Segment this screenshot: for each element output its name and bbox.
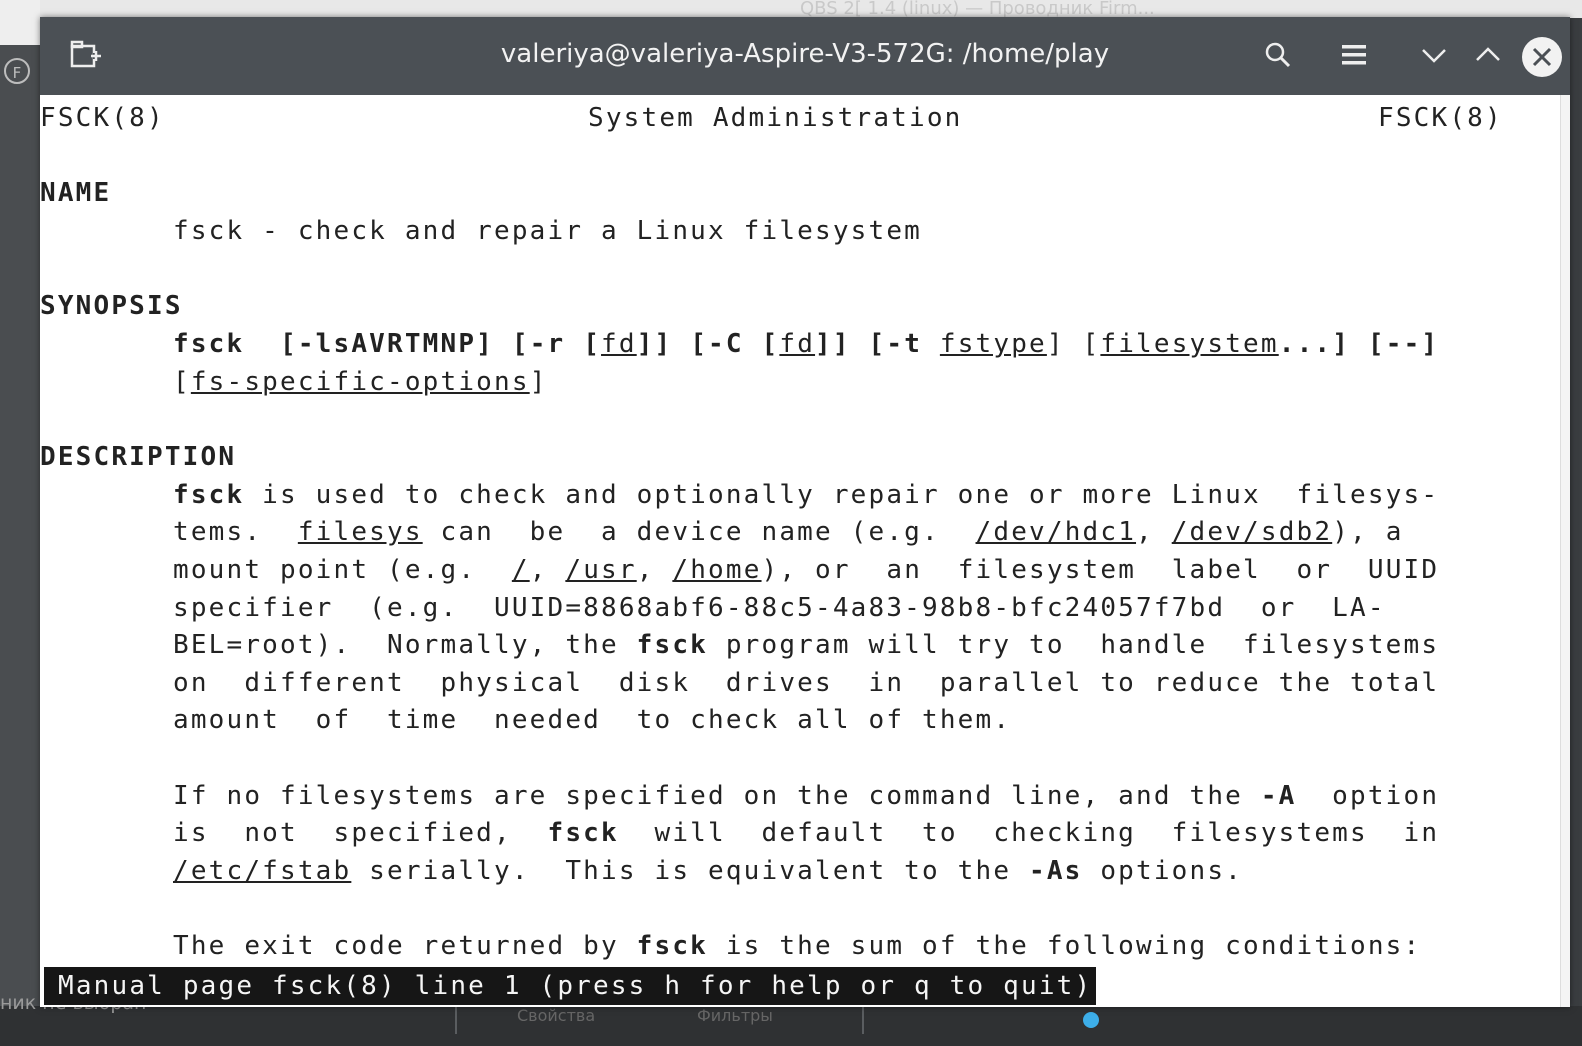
desc-fstab-path: /etc/fstab	[173, 856, 352, 886]
desc-p2-line-1: If no filesystems are specified on the c…	[173, 781, 1439, 811]
background-tab-properties: Свойства	[517, 1006, 596, 1025]
desc-opt-as: -As	[1029, 856, 1083, 886]
synopsis-bracket: ]	[529, 367, 548, 397]
man-header-right: FSCK(8)	[1378, 103, 1503, 133]
close-icon[interactable]	[1522, 37, 1562, 77]
synopsis-bracket: [	[173, 367, 191, 397]
chevron-up-icon[interactable]	[1468, 35, 1508, 75]
synopsis-opt-t: ]] [-t	[815, 329, 940, 359]
desc-cmd: fsck	[636, 630, 709, 660]
desc-filesys: filesys	[297, 517, 423, 547]
section-name: NAME	[40, 178, 112, 208]
desc-home: /home	[672, 555, 762, 585]
terminal-window: valeriya@valeriya-Aspire-V3-572G: /home/…	[40, 17, 1570, 1007]
background-tabs: Свойства Фильтры	[455, 1006, 864, 1034]
synopsis-opt-r: [-r [	[511, 329, 602, 359]
desc-p3-line-1: The exit code returned by fsck is the su…	[173, 931, 1421, 961]
desc-text: ), or an filesystem label or UUID	[761, 555, 1440, 585]
synopsis-fstype: fstype	[939, 329, 1047, 359]
desc-line-1: fsck is used to check and optionally rep…	[173, 480, 1439, 510]
desc-line-5: BEL=root). Normally, the fsck program wi…	[173, 630, 1439, 660]
desc-text: option	[1296, 781, 1440, 811]
synopsis-opts: [-lsAVRTMNP]	[280, 329, 495, 359]
desc-cmd: fsck	[636, 931, 709, 961]
desc-text: tems.	[173, 517, 298, 547]
hamburger-menu-icon[interactable]	[1334, 35, 1374, 75]
desc-text: can be a device name (e.g.	[422, 517, 976, 547]
desc-text: BEL=root). Normally, the	[173, 630, 637, 660]
desc-opt-a: -A	[1260, 781, 1297, 811]
search-icon[interactable]	[1258, 35, 1298, 75]
titlebar: valeriya@valeriya-Aspire-V3-572G: /home/…	[40, 17, 1570, 95]
desc-text: is used to check and optionally repair o…	[244, 480, 1440, 510]
scrollbar[interactable]	[1560, 95, 1570, 1007]
synopsis-fs-specific: fs-specific-options	[190, 367, 530, 397]
pager-status-bar: Manual page fsck(8) line 1 (press h for …	[44, 967, 1097, 1005]
man-header: FSCK(8) System Administration FSCK(8)	[40, 103, 1510, 133]
desc-line-2: tems. filesys can be a device name (e.g.…	[173, 517, 1404, 547]
desktop-background-top: QBS 2[ 1.4 (linux) — Проводник Firm...	[40, 0, 1582, 19]
synopsis-fd: fd	[601, 329, 637, 359]
synopsis-fd: fd	[779, 329, 816, 359]
desc-text: If no filesystems are specified on the c…	[173, 781, 1261, 811]
desc-text: ,	[1136, 517, 1172, 547]
synopsis-bracket: ] [	[1046, 329, 1101, 359]
chevron-down-icon[interactable]	[1414, 35, 1454, 75]
synopsis-cmd: fsck	[173, 329, 245, 359]
desc-usr: /usr	[565, 555, 637, 585]
background-f-icon: F	[4, 58, 30, 84]
name-line: fsck - check and repair a Linux filesyst…	[173, 216, 922, 246]
desc-text: mount point (e.g.	[173, 555, 512, 585]
terminal-content[interactable]: FSCK(8) System Administration FSCK(8) NAME…	[40, 95, 1560, 1007]
desc-text: program will try to handle filesystems	[708, 630, 1440, 660]
desc-line-7: amount of time needed to check all of th…	[173, 705, 1012, 735]
desc-text: options.	[1082, 856, 1244, 886]
background-tab-filters: Фильтры	[697, 1006, 773, 1025]
desktop-background-left-top	[0, 0, 42, 45]
desc-text: ,	[636, 555, 673, 585]
synopsis-line-2: [fs-specific-options]	[173, 367, 548, 397]
man-header-left: FSCK(8)	[40, 103, 165, 133]
desc-dev-hdc1: /dev/hdc1	[975, 517, 1137, 547]
desc-text: The exit code returned by	[173, 931, 637, 961]
desktop-background-left	[0, 0, 42, 1046]
desc-text: ,	[529, 555, 566, 585]
desc-line-3: mount point (e.g. /, /usr, /home), or an…	[173, 555, 1439, 585]
synopsis-filesystem: filesystem	[1100, 329, 1279, 359]
man-header-center: System Administration	[588, 103, 963, 133]
section-synopsis: SYNOPSIS	[40, 291, 183, 321]
desc-text: is not specified,	[173, 818, 548, 848]
desc-cmd: fsck	[173, 480, 245, 510]
desc-cmd: fsck	[547, 818, 619, 848]
desc-text: will default to checking filesystems in	[618, 818, 1440, 848]
synopsis-line-1: fsck [-lsAVRTMNP] [-r [fd]] [-C [fd]] [-…	[173, 329, 1439, 359]
desc-line-4: specifier (e.g. UUID=8868abf6-88c5-4a83-…	[173, 593, 1386, 623]
background-handle-dot	[1083, 1012, 1099, 1028]
desc-text: serially. This is equivalent to the	[351, 856, 1030, 886]
synopsis-opt-c: ]] [-C [	[636, 329, 780, 359]
desc-line-6: on different physical disk drives in par…	[173, 668, 1440, 698]
desc-text: ), a	[1332, 517, 1404, 547]
section-description: DESCRIPTION	[40, 442, 237, 472]
synopsis-tail: ...] [--]	[1278, 329, 1440, 359]
desc-dev-sdb2: /dev/sdb2	[1171, 517, 1333, 547]
desc-p2-line-3: /etc/fstab serially. This is equivalent …	[173, 856, 1243, 886]
desc-text: is the sum of the following conditions:	[708, 931, 1422, 961]
desc-root: /	[511, 555, 530, 585]
desc-p2-line-2: is not specified, fsck will default to c…	[173, 818, 1439, 848]
